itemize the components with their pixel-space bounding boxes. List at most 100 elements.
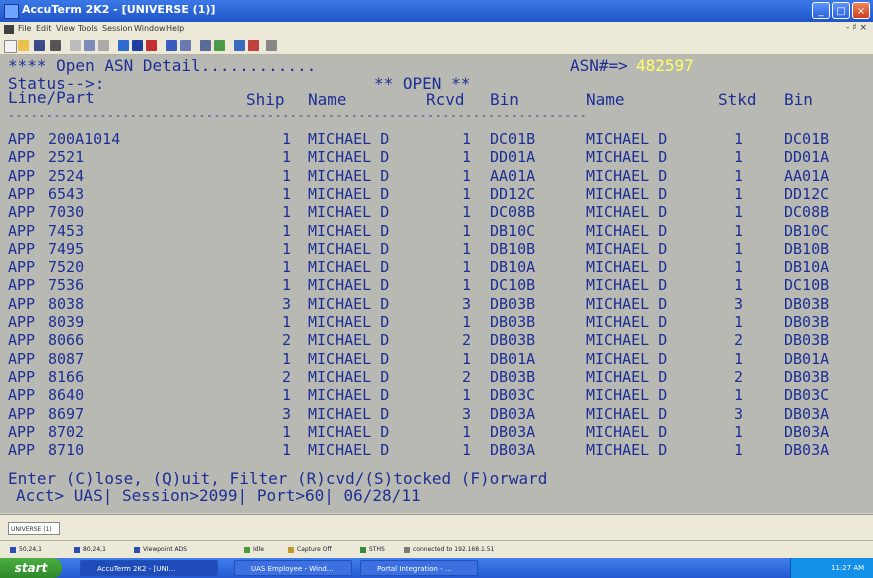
line-code: APP	[8, 386, 36, 405]
close-button[interactable]: ×	[852, 2, 870, 19]
stocked-name: MICHAEL D	[586, 184, 668, 203]
clock: 11:27 AM	[831, 564, 865, 572]
stocked-name: MICHAEL D	[586, 239, 668, 258]
stocked-name: MICHAEL D	[586, 422, 668, 441]
menu-edit[interactable]: Edit	[36, 24, 52, 33]
ship-qty: 1	[282, 148, 292, 167]
session-tab-universe[interactable]: UNIVERSE (1)	[8, 522, 60, 535]
rcvd-bin: DB03A	[490, 404, 536, 423]
menu-window[interactable]: Window	[134, 24, 166, 33]
menu-file[interactable]: File	[18, 24, 31, 33]
settings-icon[interactable]	[166, 40, 177, 51]
line-code: APP	[8, 422, 36, 441]
ship-qty: 1	[282, 166, 292, 185]
menu-help[interactable]: Help	[166, 24, 184, 33]
stocked-name: MICHAEL D	[586, 404, 668, 423]
stocked-name: MICHAEL D	[586, 367, 668, 386]
ship-qty: 1	[282, 349, 292, 368]
rcvd-bin: DB03B	[490, 313, 536, 331]
rcvd-bin: DB03A	[490, 441, 536, 460]
line-code: APP	[8, 203, 36, 222]
rcvd-bin: DD12C	[490, 184, 536, 203]
record-icon[interactable]	[248, 40, 259, 51]
table-row: APP 2521 1 MICHAEL D 1 DD01A MICHAEL D 1 DD01A	[0, 150, 873, 165]
asn-label: ASN#=>	[570, 56, 628, 75]
disconnect-icon[interactable]	[132, 40, 143, 51]
terminal-screen[interactable]: **** Open ASN Detail............ ASN#=> …	[0, 55, 873, 513]
maximize-button[interactable]: □	[832, 2, 850, 19]
line-code: APP	[8, 331, 36, 350]
taskbar: start AccuTerm 2K2 - [UNI... UAS Employe…	[0, 558, 873, 578]
keyboard-icon[interactable]	[180, 40, 191, 51]
paste-icon[interactable]	[98, 40, 109, 51]
mdi-controls[interactable]: - ♯ ×	[846, 23, 867, 33]
ship-name: MICHAEL D	[308, 276, 390, 295]
transfer-icon[interactable]	[200, 40, 211, 51]
header-separator: ----------------------------------------…	[8, 109, 588, 122]
macro-icon[interactable]	[234, 40, 245, 51]
table-row: APP 8697 3 MICHAEL D 3 DB03A MICHAEL D 3 DB03A	[0, 404, 873, 423]
status-cell: Viewpoint ADS	[134, 544, 187, 556]
part-number: 8166	[48, 367, 85, 386]
taskbar-item-portal[interactable]: Portal Integration - ...	[360, 560, 478, 576]
connect-icon[interactable]	[118, 40, 129, 51]
save-icon[interactable]	[34, 40, 45, 51]
stkd-qty: 1	[734, 221, 744, 240]
system-tray: 11:27 AM	[790, 558, 873, 578]
part-number: 7495	[48, 239, 85, 258]
print-icon[interactable]	[50, 40, 61, 51]
table-row: APP 2524 1 MICHAEL D 1 AA01A MICHAEL D 1 AA01A	[0, 166, 873, 185]
part-number: 7536	[48, 276, 85, 295]
stkd-qty: 2	[734, 331, 744, 350]
status-cell: connected to 192.168.1.51	[404, 544, 494, 556]
menu-tools[interactable]: Tools	[78, 24, 98, 33]
rcvd-qty: 1	[462, 441, 472, 460]
rcvd-bin: DB03C	[490, 386, 536, 405]
line-code: APP	[8, 148, 36, 167]
line-code: APP	[8, 404, 36, 423]
ship-name: MICHAEL D	[308, 367, 390, 386]
help-icon[interactable]	[266, 40, 277, 51]
ship-name: MICHAEL D	[308, 221, 390, 240]
rcvd-qty: 3	[462, 294, 472, 313]
rcvd-qty: 1	[462, 276, 472, 295]
stkd-qty: 1	[734, 258, 744, 277]
start-button[interactable]: start	[0, 558, 62, 578]
cut-icon[interactable]	[70, 40, 81, 51]
session-tabs: UNIVERSE (1)	[0, 514, 873, 541]
part-number: 2524	[48, 166, 85, 185]
status-cell: Capture Off	[288, 544, 332, 556]
stocked-bin: DB03C	[784, 386, 830, 405]
table-row: APP 200A1014 1 MICHAEL D 1 DC01B MICHAEL D 1 DC0…	[0, 132, 873, 147]
part-number: 6543	[48, 184, 85, 203]
menu-view[interactable]: View	[56, 24, 75, 33]
ship-qty: 2	[282, 367, 292, 386]
ship-qty: 2	[282, 331, 292, 350]
open-icon[interactable]	[18, 40, 29, 51]
ship-name: MICHAEL D	[308, 313, 390, 331]
stocked-bin: DB03A	[784, 404, 830, 423]
rcvd-bin: DB10B	[490, 239, 536, 258]
stkd-qty: 1	[734, 130, 744, 148]
stocked-bin: DB03A	[784, 441, 830, 460]
stkd-qty: 2	[734, 367, 744, 386]
ship-qty: 1	[282, 239, 292, 258]
status-bar: 50,24,1 80,24,1 Viewpoint ADS Idle Captu…	[0, 540, 873, 559]
rcvd-bin: DC01B	[490, 130, 536, 148]
rcvd-qty: 1	[462, 349, 472, 368]
menu-session[interactable]: Session	[102, 24, 133, 33]
stocked-bin: DB03B	[784, 313, 830, 331]
rcvd-bin: DB01A	[490, 349, 536, 368]
stkd-qty: 1	[734, 184, 744, 203]
rcvd-qty: 1	[462, 258, 472, 277]
ship-name: MICHAEL D	[308, 349, 390, 368]
stocked-bin: DD01A	[784, 148, 830, 167]
minimize-button[interactable]: _	[812, 2, 830, 19]
copy-icon[interactable]	[84, 40, 95, 51]
capture-icon[interactable]	[146, 40, 157, 51]
script-icon[interactable]	[214, 40, 225, 51]
taskbar-item-uas-employee[interactable]: UAS Employee - Wind...	[234, 560, 352, 576]
taskbar-item-accuterm[interactable]: AccuTerm 2K2 - [UNI...	[80, 560, 218, 576]
new-icon[interactable]	[4, 40, 17, 53]
title-bar[interactable]: AccuTerm 2K2 - [UNIVERSE (1)] _ □ ×	[0, 0, 873, 22]
